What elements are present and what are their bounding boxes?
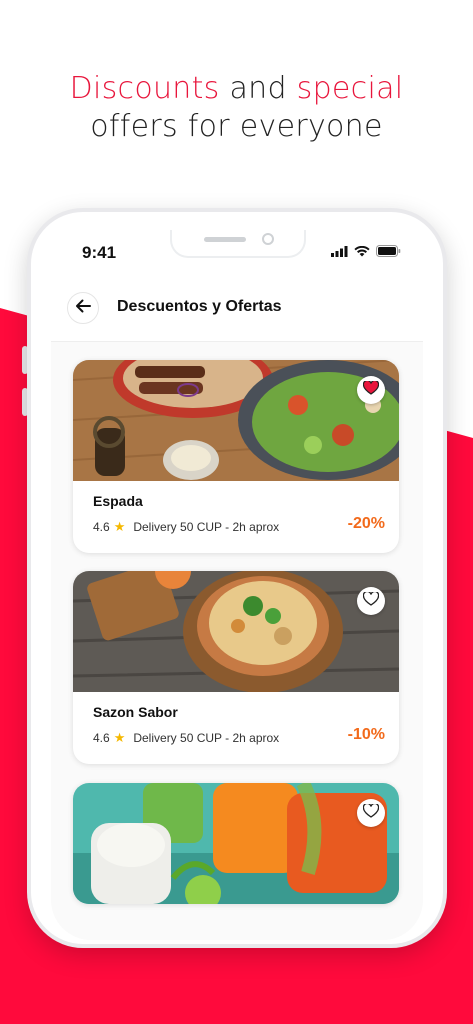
rating-value: 4.6 bbox=[93, 520, 110, 534]
headline-word-and: and bbox=[219, 71, 297, 106]
status-bar: 9:41 bbox=[51, 230, 423, 272]
headline: Discounts and special offers for everyon… bbox=[0, 70, 473, 146]
headline-word-special: special bbox=[296, 71, 404, 106]
discount-badge: -10% bbox=[347, 726, 385, 743]
headline-line-2: offers for everyone bbox=[90, 109, 383, 144]
star-icon: ★ bbox=[113, 730, 126, 745]
page-title: Descuentos y Ofertas bbox=[117, 298, 282, 315]
rating-value: 4.6 bbox=[93, 731, 110, 745]
discount-badge: -20% bbox=[347, 515, 385, 532]
signal-icon bbox=[331, 244, 348, 262]
restaurant-meta: 4.6 ★ Delivery 50 CUP - 2h aprox bbox=[93, 519, 279, 535]
favorite-button[interactable] bbox=[357, 799, 385, 827]
restaurant-card[interactable] bbox=[73, 783, 399, 904]
headline-word-discounts: Discounts bbox=[69, 71, 220, 106]
phone-screen: 9:41 Descuentos y Ofertas Espada 4.6 ★ D… bbox=[51, 230, 423, 940]
heart-outline-icon bbox=[362, 802, 380, 823]
status-time: 9:41 bbox=[82, 243, 117, 262]
front-camera bbox=[262, 233, 274, 245]
phone-notch bbox=[170, 230, 306, 258]
restaurant-card[interactable]: Espada 4.6 ★ Delivery 50 CUP - 2h aprox … bbox=[73, 360, 399, 553]
heart-filled-icon bbox=[362, 379, 380, 400]
star-icon: ★ bbox=[113, 519, 126, 534]
restaurant-name: Sazon Sabor bbox=[93, 704, 178, 720]
restaurant-image bbox=[73, 783, 399, 904]
restaurant-image bbox=[73, 571, 399, 692]
restaurant-meta: 4.6 ★ Delivery 50 CUP - 2h aprox bbox=[93, 730, 279, 746]
restaurant-info: Espada 4.6 ★ Delivery 50 CUP - 2h aprox … bbox=[73, 481, 399, 553]
speaker-grille bbox=[204, 237, 246, 242]
restaurant-image bbox=[73, 360, 399, 481]
favorite-button[interactable] bbox=[357, 587, 385, 615]
restaurant-info: Sazon Sabor 4.6 ★ Delivery 50 CUP - 2h a… bbox=[73, 692, 399, 764]
phone-frame: 9:41 Descuentos y Ofertas Espada 4.6 ★ D… bbox=[27, 208, 447, 948]
delivery-info: Delivery 50 CUP - 2h aprox bbox=[133, 520, 280, 534]
heart-outline-icon bbox=[362, 590, 380, 611]
status-icons bbox=[331, 244, 401, 262]
favorite-button[interactable] bbox=[357, 376, 385, 404]
wifi-icon bbox=[354, 244, 370, 262]
offers-list[interactable]: Espada 4.6 ★ Delivery 50 CUP - 2h aprox … bbox=[51, 342, 423, 940]
back-button[interactable] bbox=[67, 292, 99, 324]
app-bar: Descuentos y Ofertas bbox=[51, 284, 423, 342]
arrow-left-icon bbox=[75, 299, 91, 318]
delivery-info: Delivery 50 CUP - 2h aprox bbox=[133, 731, 280, 745]
battery-icon bbox=[376, 244, 401, 262]
restaurant-card[interactable]: Sazon Sabor 4.6 ★ Delivery 50 CUP - 2h a… bbox=[73, 571, 399, 764]
restaurant-name: Espada bbox=[93, 493, 143, 509]
